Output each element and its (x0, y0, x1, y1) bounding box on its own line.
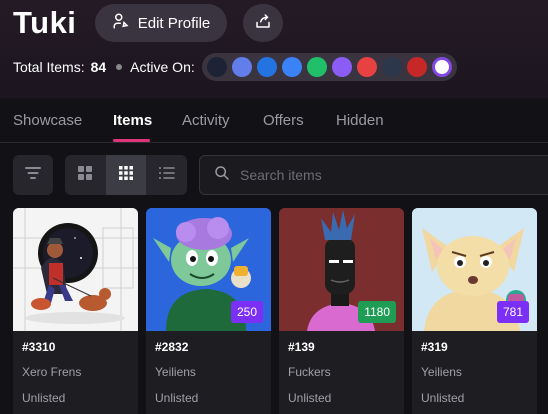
search-bar (199, 155, 548, 195)
item-status: Unlisted (421, 391, 465, 405)
tab-showcase[interactable]: Showcase (13, 112, 82, 129)
active-on-label: Active On: (130, 59, 195, 75)
profile-name: Tuki (13, 5, 77, 40)
search-icon (214, 165, 230, 186)
tab-hidden[interactable]: Hidden (336, 112, 384, 129)
large-grid-view-button[interactable] (65, 155, 106, 195)
filter-button[interactable] (13, 155, 53, 195)
item-status: Unlisted (288, 391, 332, 405)
item-collection: Xero Frens (22, 365, 82, 379)
active-tab-indicator (113, 139, 150, 142)
item-card[interactable]: #3310 Xero Frens Unlisted (13, 208, 138, 414)
item-card[interactable]: 1180 #139 Fuckers Unlisted (279, 208, 404, 414)
chain-3-chain-icon (256, 57, 277, 77)
chain-1-chain-icon (206, 57, 227, 77)
item-rank-badge: 1180 (358, 301, 396, 323)
item-status: Unlisted (22, 391, 66, 405)
chain-5-chain-icon (306, 57, 327, 77)
avalanche-chain-icon (356, 57, 377, 77)
polygon-chain-icon (431, 57, 452, 77)
ethereum-chain-icon (231, 57, 252, 77)
tab-offers[interactable]: Offers (263, 112, 304, 129)
filter-icon (24, 166, 42, 185)
total-items-label: Total Items: (13, 59, 85, 75)
item-id: #139 (288, 340, 315, 354)
small-grid-view-button[interactable] (105, 155, 147, 195)
profile-stats: Total Items: 84 Active On: (13, 53, 457, 81)
items-toolbar (0, 155, 548, 196)
item-image: 1180 (279, 208, 404, 331)
item-status: Unlisted (155, 391, 199, 405)
separator-dot (116, 64, 123, 70)
item-card[interactable]: 781 #319 Yeiliens Unlisted (412, 208, 537, 414)
chain-9-chain-icon (406, 57, 427, 77)
total-items-value: 84 (90, 59, 107, 75)
item-image: 250 (146, 208, 271, 331)
chain-6-chain-icon (331, 57, 352, 77)
share-icon (254, 12, 272, 35)
share-button[interactable] (243, 4, 283, 42)
item-card[interactable]: 250 #2832 Yeiliens Unlisted (146, 208, 271, 414)
tab-items[interactable]: Items (113, 112, 152, 129)
item-rank-badge: 250 (230, 301, 263, 323)
large-grid-icon (77, 165, 93, 186)
small-grid-icon (118, 165, 134, 186)
item-id: #2832 (155, 340, 189, 354)
item-id: #319 (421, 340, 448, 354)
list-view-button[interactable] (146, 155, 187, 195)
profile-tabs: Showcase Items Activity Offers Hidden (0, 98, 548, 143)
item-collection: Yeiliens (155, 365, 196, 379)
edit-profile-label: Edit Profile (137, 14, 211, 32)
item-collection: Yeiliens (421, 365, 462, 379)
tab-activity[interactable]: Activity (182, 112, 230, 129)
item-id: #3310 (22, 340, 56, 354)
chain-4-chain-icon (281, 57, 302, 77)
arbitrum-chain-icon (381, 57, 402, 77)
active-chains-list (201, 53, 457, 81)
item-collection: Fuckers (288, 365, 331, 379)
item-rank-badge: 781 (496, 301, 529, 323)
list-icon (158, 166, 176, 185)
view-toggle-group (65, 155, 187, 195)
item-image (13, 208, 138, 331)
edit-user-icon (112, 12, 130, 34)
edit-profile-button[interactable]: Edit Profile (95, 4, 227, 42)
search-input[interactable] (240, 167, 520, 183)
item-image: 781 (412, 208, 537, 331)
profile-header: Tuki Edit Profile Total Items: 84 Active… (0, 0, 548, 98)
